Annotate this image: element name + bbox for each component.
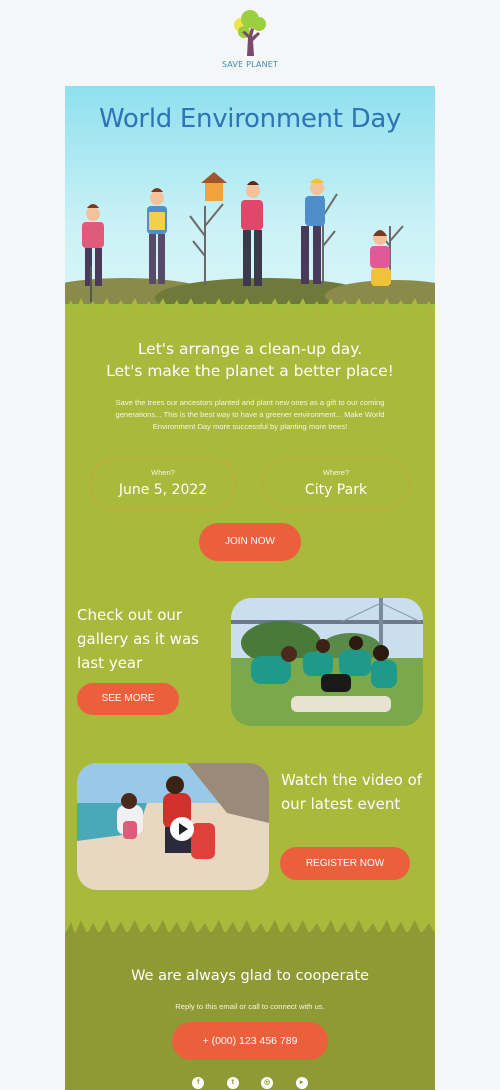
footer-heading: We are always glad to cooperate xyxy=(131,968,369,984)
register-now-button[interactable]: REGISTER NOW xyxy=(280,847,410,880)
footer-text: Reply to this email or call to connect w… xyxy=(175,1002,325,1011)
youtube-icon[interactable]: ▸ xyxy=(295,1077,308,1089)
intro-heading-line1: Let's arrange a clean-up day. xyxy=(137,340,363,358)
phone-button[interactable]: + (000) 123 456 789 xyxy=(172,1022,328,1060)
gallery-heading: Check out our gallery as it was last yea… xyxy=(77,606,199,672)
intro-heading-line2: Let's make the planet a better place! xyxy=(106,362,394,380)
gallery-photo[interactable] xyxy=(231,598,423,726)
hero-banner: World Environment Day xyxy=(65,86,435,312)
intro-heading: Let's arrange a clean-up day. Let's make… xyxy=(65,338,435,382)
event-when-card: When? June 5, 2022 xyxy=(90,458,236,510)
event-when-value: June 5, 2022 xyxy=(118,482,208,498)
email-container: World Environment Day Let's arrange a cl… xyxy=(65,86,435,1090)
video-thumbnail[interactable] xyxy=(77,763,269,890)
footer: We are always glad to cooperate Reply to… xyxy=(65,920,435,1090)
social-links: f t ◎ ▸ xyxy=(65,1076,435,1090)
volunteers-photo-image xyxy=(231,598,423,726)
brand-name: SAVE PLANET xyxy=(221,60,279,69)
video-heading: Watch the video of our latest event xyxy=(281,771,423,813)
tree-logo-icon xyxy=(234,10,266,56)
facebook-icon[interactable]: f xyxy=(192,1077,205,1089)
event-where-value: City Park xyxy=(304,482,368,498)
join-now-button[interactable]: JOIN NOW xyxy=(199,523,301,561)
hero-title: World Environment Day xyxy=(98,104,402,134)
event-where-label: Where? xyxy=(322,468,350,477)
play-icon[interactable] xyxy=(170,817,194,841)
tree-planting-illustration xyxy=(65,172,435,312)
instagram-icon[interactable]: ◎ xyxy=(261,1077,274,1089)
event-where-card: Where? City Park xyxy=(262,458,410,510)
logo[interactable]: SAVE PLANET xyxy=(0,8,500,69)
see-more-button[interactable]: SEE MORE xyxy=(77,683,179,715)
intro-paragraph: Save the trees our ancestors planted and… xyxy=(115,398,385,431)
grass-divider xyxy=(65,920,435,934)
twitter-icon[interactable]: t xyxy=(226,1077,239,1089)
event-when-label: When? xyxy=(151,468,175,477)
